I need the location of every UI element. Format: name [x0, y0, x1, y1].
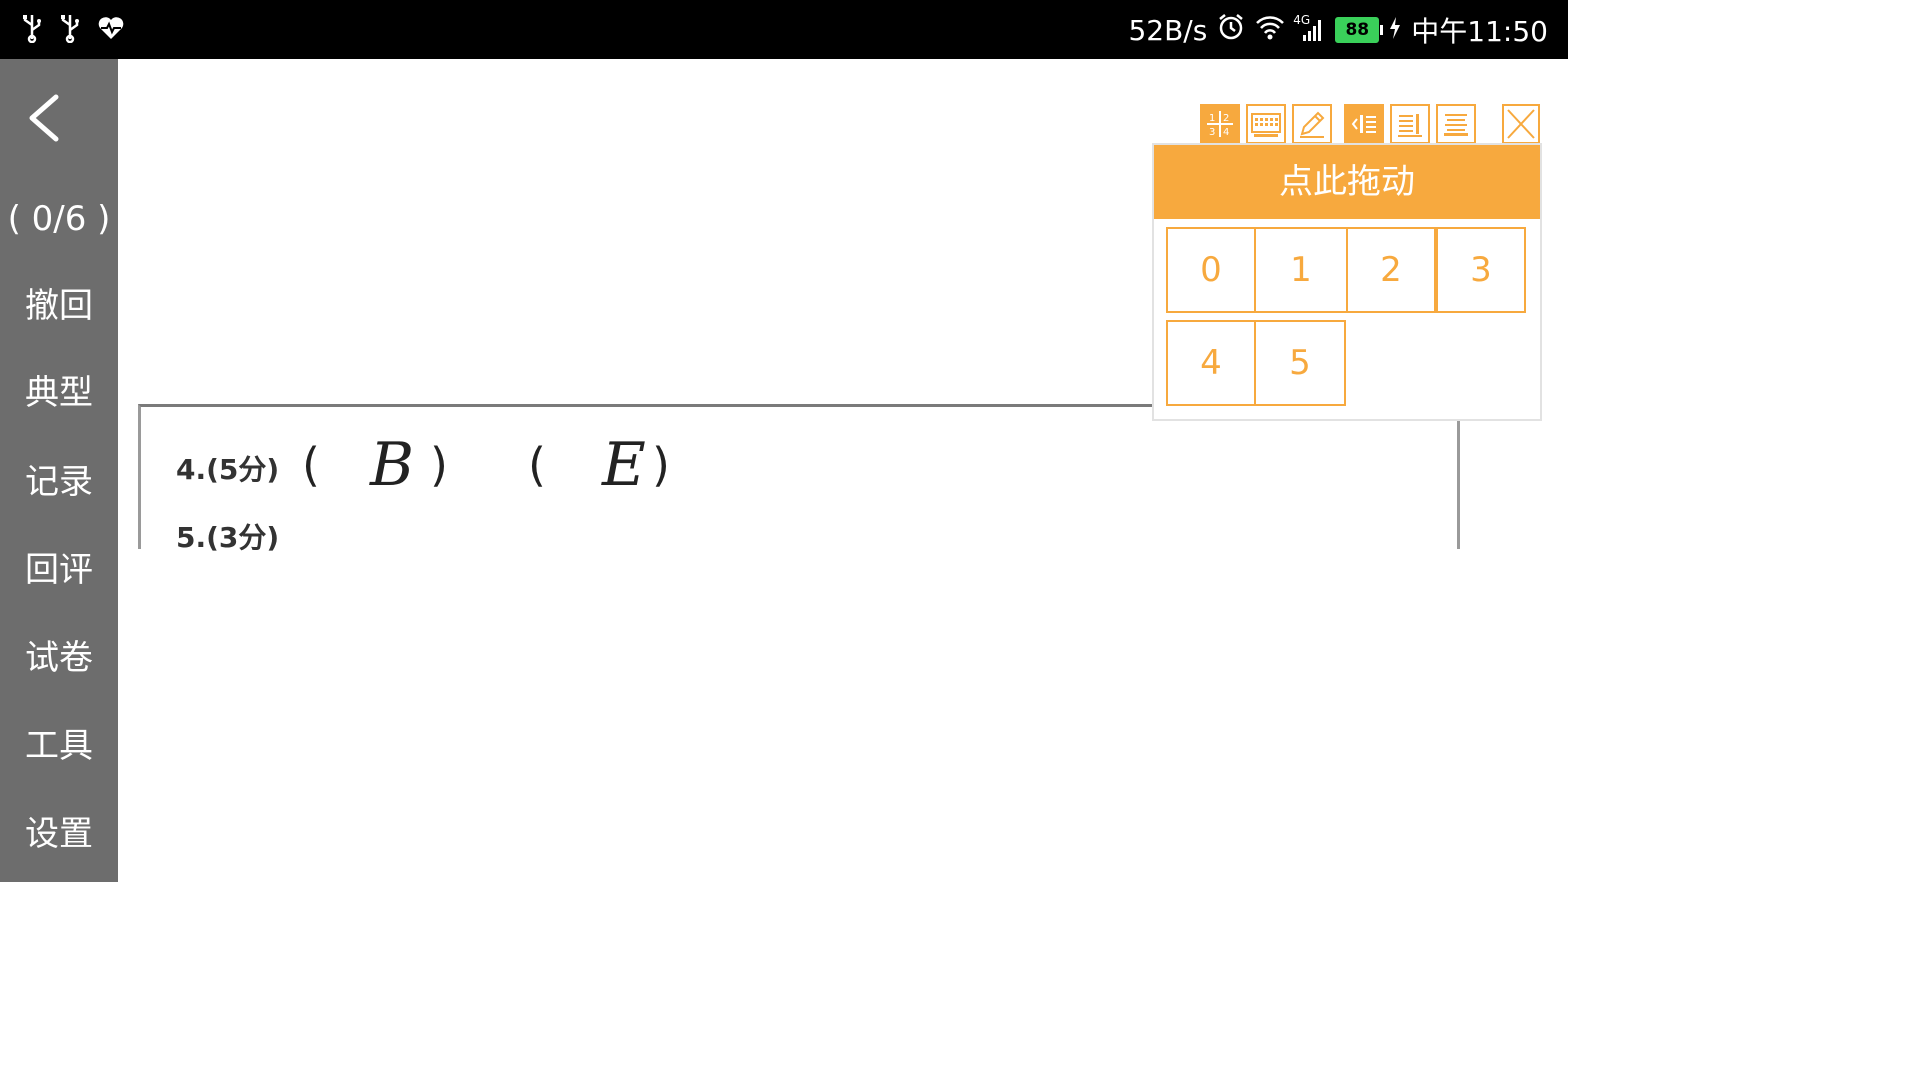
sidebar: ( 0/6 ) 撤回 典型 记录 回评 试卷 工具 设置	[0, 59, 118, 882]
svg-text:4: 4	[1223, 127, 1229, 138]
paren-open: (	[528, 438, 546, 492]
score-panel: 点此拖动 0 1 2 3 4 5	[1152, 143, 1542, 421]
battery-level: 88	[1345, 20, 1370, 40]
network-speed: 52B/s	[1128, 13, 1208, 47]
drag-handle[interactable]: 点此拖动	[1154, 145, 1540, 219]
svg-text:1: 1	[1209, 113, 1215, 124]
network-type: 4G	[1293, 13, 1311, 27]
signal-icon: 4G	[1293, 13, 1325, 43]
sidebar-item-paper[interactable]: 试卷	[0, 638, 118, 678]
score-button-1[interactable]: 1	[1254, 227, 1348, 313]
score-button-5[interactable]: 5	[1254, 320, 1346, 406]
paren-open: (	[302, 438, 320, 492]
svg-text:3: 3	[1209, 127, 1215, 138]
question-5-label: 5.(3分)	[176, 521, 280, 554]
sidebar-item-undo[interactable]: 撤回	[0, 286, 118, 326]
pencil-icon[interactable]	[1292, 104, 1332, 144]
answer-sheet-image: 4.(5分) ( B ) ( E ) 5.(3分)	[138, 400, 1460, 554]
question-4-answer-2: E	[602, 430, 646, 500]
align-center-icon[interactable]	[1436, 104, 1476, 144]
status-right: 52B/s 4G 88 中午11:50	[1128, 10, 1548, 50]
score-button-4[interactable]: 4	[1166, 320, 1256, 406]
paren-close: )	[430, 438, 448, 492]
close-icon[interactable]	[1502, 104, 1540, 144]
charging-icon	[1389, 14, 1401, 47]
usb-icon	[20, 12, 44, 44]
status-bar: 52B/s 4G 88 中午11:50	[0, 0, 1568, 59]
clock: 中午11:50	[1411, 15, 1548, 48]
paren-close: )	[652, 438, 670, 492]
sidebar-item-tools[interactable]: 工具	[0, 726, 118, 766]
alarm-icon	[1217, 13, 1245, 48]
score-button-2[interactable]: 2	[1346, 227, 1436, 313]
score-button-0[interactable]: 0	[1166, 227, 1256, 313]
keyboard-icon[interactable]	[1246, 104, 1286, 144]
progress-counter: ( 0/6 )	[7, 199, 111, 239]
question-4-label: 4.(5分)	[176, 453, 280, 486]
usb-icon	[58, 12, 82, 44]
align-right-panel-icon[interactable]	[1390, 104, 1430, 144]
chevron-left-icon[interactable]	[24, 93, 64, 143]
sidebar-item-settings[interactable]: 设置	[0, 814, 118, 854]
battery-icon: 88	[1335, 17, 1384, 43]
health-monitor-icon	[96, 12, 126, 44]
score-button-3[interactable]: 3	[1436, 227, 1526, 313]
wifi-icon	[1255, 14, 1285, 47]
status-left-icons	[20, 12, 126, 44]
score-panel-toolbar: 1234	[1200, 104, 1476, 144]
score-grid-icon[interactable]: 1234	[1200, 104, 1240, 144]
sidebar-item-typical[interactable]: 典型	[0, 373, 118, 413]
question-4-answer-1: B	[370, 430, 415, 500]
align-left-panel-icon[interactable]	[1344, 104, 1384, 144]
answer-sheet-frame	[138, 404, 1460, 549]
sidebar-item-record[interactable]: 记录	[0, 462, 118, 502]
svg-text:2: 2	[1223, 113, 1229, 124]
sidebar-item-review[interactable]: 回评	[0, 550, 118, 590]
